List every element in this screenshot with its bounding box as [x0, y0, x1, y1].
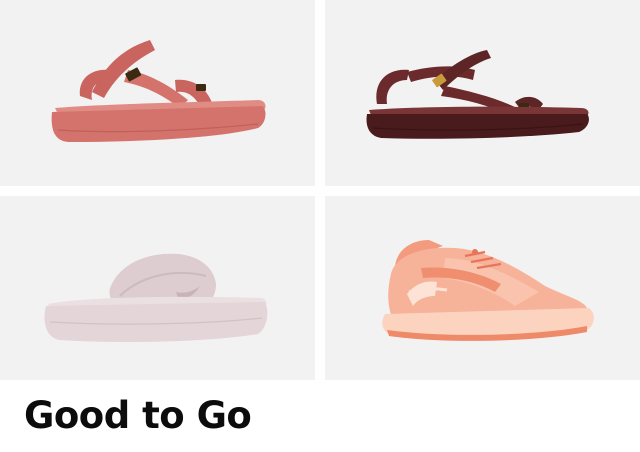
- product-tile-slide-sandal[interactable]: [0, 196, 315, 380]
- product-tile-platform-sandal[interactable]: [0, 0, 315, 186]
- strap-sandal-icon: [366, 50, 589, 139]
- promo-title: Good to Go: [24, 394, 252, 437]
- product-grid: [0, 0, 640, 380]
- trail-sneaker-icon: [382, 240, 594, 341]
- product-tile-strap-sandal[interactable]: [325, 0, 640, 186]
- product-tile-trail-sneaker[interactable]: [325, 196, 640, 380]
- platform-sandal-icon: [51, 40, 266, 142]
- slide-sandal-icon: [44, 253, 268, 342]
